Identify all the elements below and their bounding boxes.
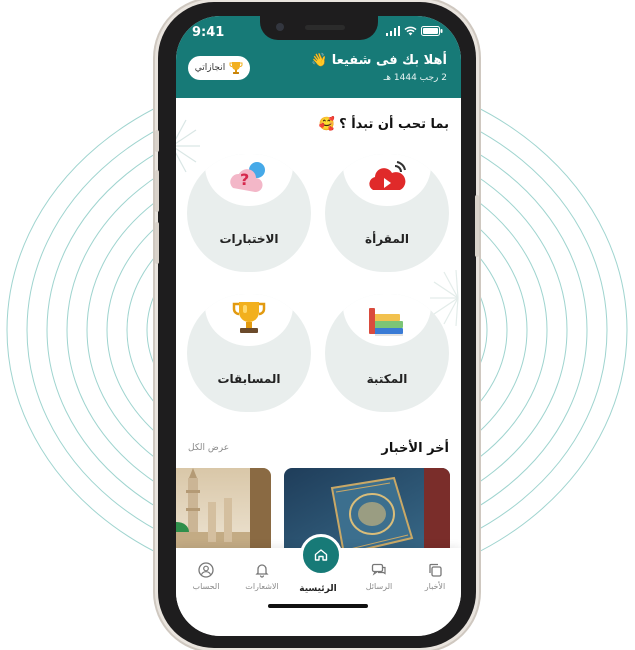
status-icons <box>386 26 443 36</box>
video-play-icon <box>369 161 406 190</box>
tab-news-label: الأخبار <box>424 582 446 591</box>
bell-icon <box>255 564 269 578</box>
tab-messages-label: الرسائل <box>365 582 393 591</box>
chat-icon <box>371 563 386 576</box>
battery-icon <box>421 26 443 36</box>
achievements-button[interactable]: انجازاتي <box>188 56 250 80</box>
tab-news[interactable]: الأخبار <box>410 562 460 591</box>
tile-library-label: المكتبة <box>366 372 408 386</box>
books-icon <box>369 308 403 336</box>
mosque-image <box>176 468 271 558</box>
greeting-text: أهلا بك فى شفيعا 👋 <box>311 53 447 68</box>
tile-tests-label: الاختبارات <box>219 232 279 246</box>
home-indicator <box>268 604 368 608</box>
view-all-link[interactable]: عرض الكل <box>188 443 229 453</box>
achievements-label: انجازاتي <box>194 63 226 73</box>
app-screen: 9:41 أهلا بك فى شفيعا 👋 2 رجب 1444 هـ ان… <box>176 16 461 636</box>
volume-down-button <box>155 222 159 264</box>
power-button <box>475 195 479 257</box>
signal-icon <box>386 26 400 36</box>
tab-notifications[interactable]: الاشعارات <box>237 562 287 591</box>
decorative-burst-icon <box>176 119 200 173</box>
home-icon <box>314 549 328 561</box>
bottom-tab-bar: الحساب الاشعارات الرئيسية الرسائل الأخبا… <box>176 534 461 636</box>
trophy-icon <box>232 302 266 333</box>
quiz-question-icon: ? <box>230 162 265 193</box>
news-card-mosque[interactable] <box>176 468 271 558</box>
start-section-title: بما تحب أن تبدأ ؟ 🥰 <box>318 117 449 132</box>
user-circle-icon <box>198 562 214 578</box>
svg-text:?: ? <box>240 170 249 189</box>
app-header: 9:41 أهلا بك فى شفيعا 👋 2 رجب 1444 هـ ان… <box>176 16 461 98</box>
tile-tests[interactable]: ? الاختبارات <box>187 154 311 272</box>
notch <box>260 16 378 40</box>
tile-competitions[interactable]: المسابقات <box>187 294 311 412</box>
hijri-date: 2 رجب 1444 هـ <box>383 73 447 83</box>
status-time: 9:41 <box>192 25 225 40</box>
mute-switch <box>155 130 159 152</box>
tab-home-button[interactable] <box>300 534 342 576</box>
tab-account-label: الحساب <box>192 582 220 591</box>
decorative-burst-icon <box>430 269 459 327</box>
tab-notifications-label: الاشعارات <box>245 582 279 591</box>
wifi-icon <box>404 26 417 36</box>
trophy-icon <box>229 62 243 74</box>
news-section-title: أخر الأخبار <box>381 441 449 456</box>
tab-account[interactable]: الحساب <box>181 562 231 591</box>
volume-up-button <box>155 170 159 212</box>
tile-maqraa[interactable]: المقرأة <box>325 154 449 272</box>
tab-messages[interactable]: الرسائل <box>354 562 404 591</box>
news-copy-icon <box>429 563 442 577</box>
tile-maqraa-label: المقرأة <box>365 232 409 246</box>
tile-competitions-label: المسابقات <box>217 372 281 386</box>
tab-home-label: الرئيسية <box>299 584 337 594</box>
